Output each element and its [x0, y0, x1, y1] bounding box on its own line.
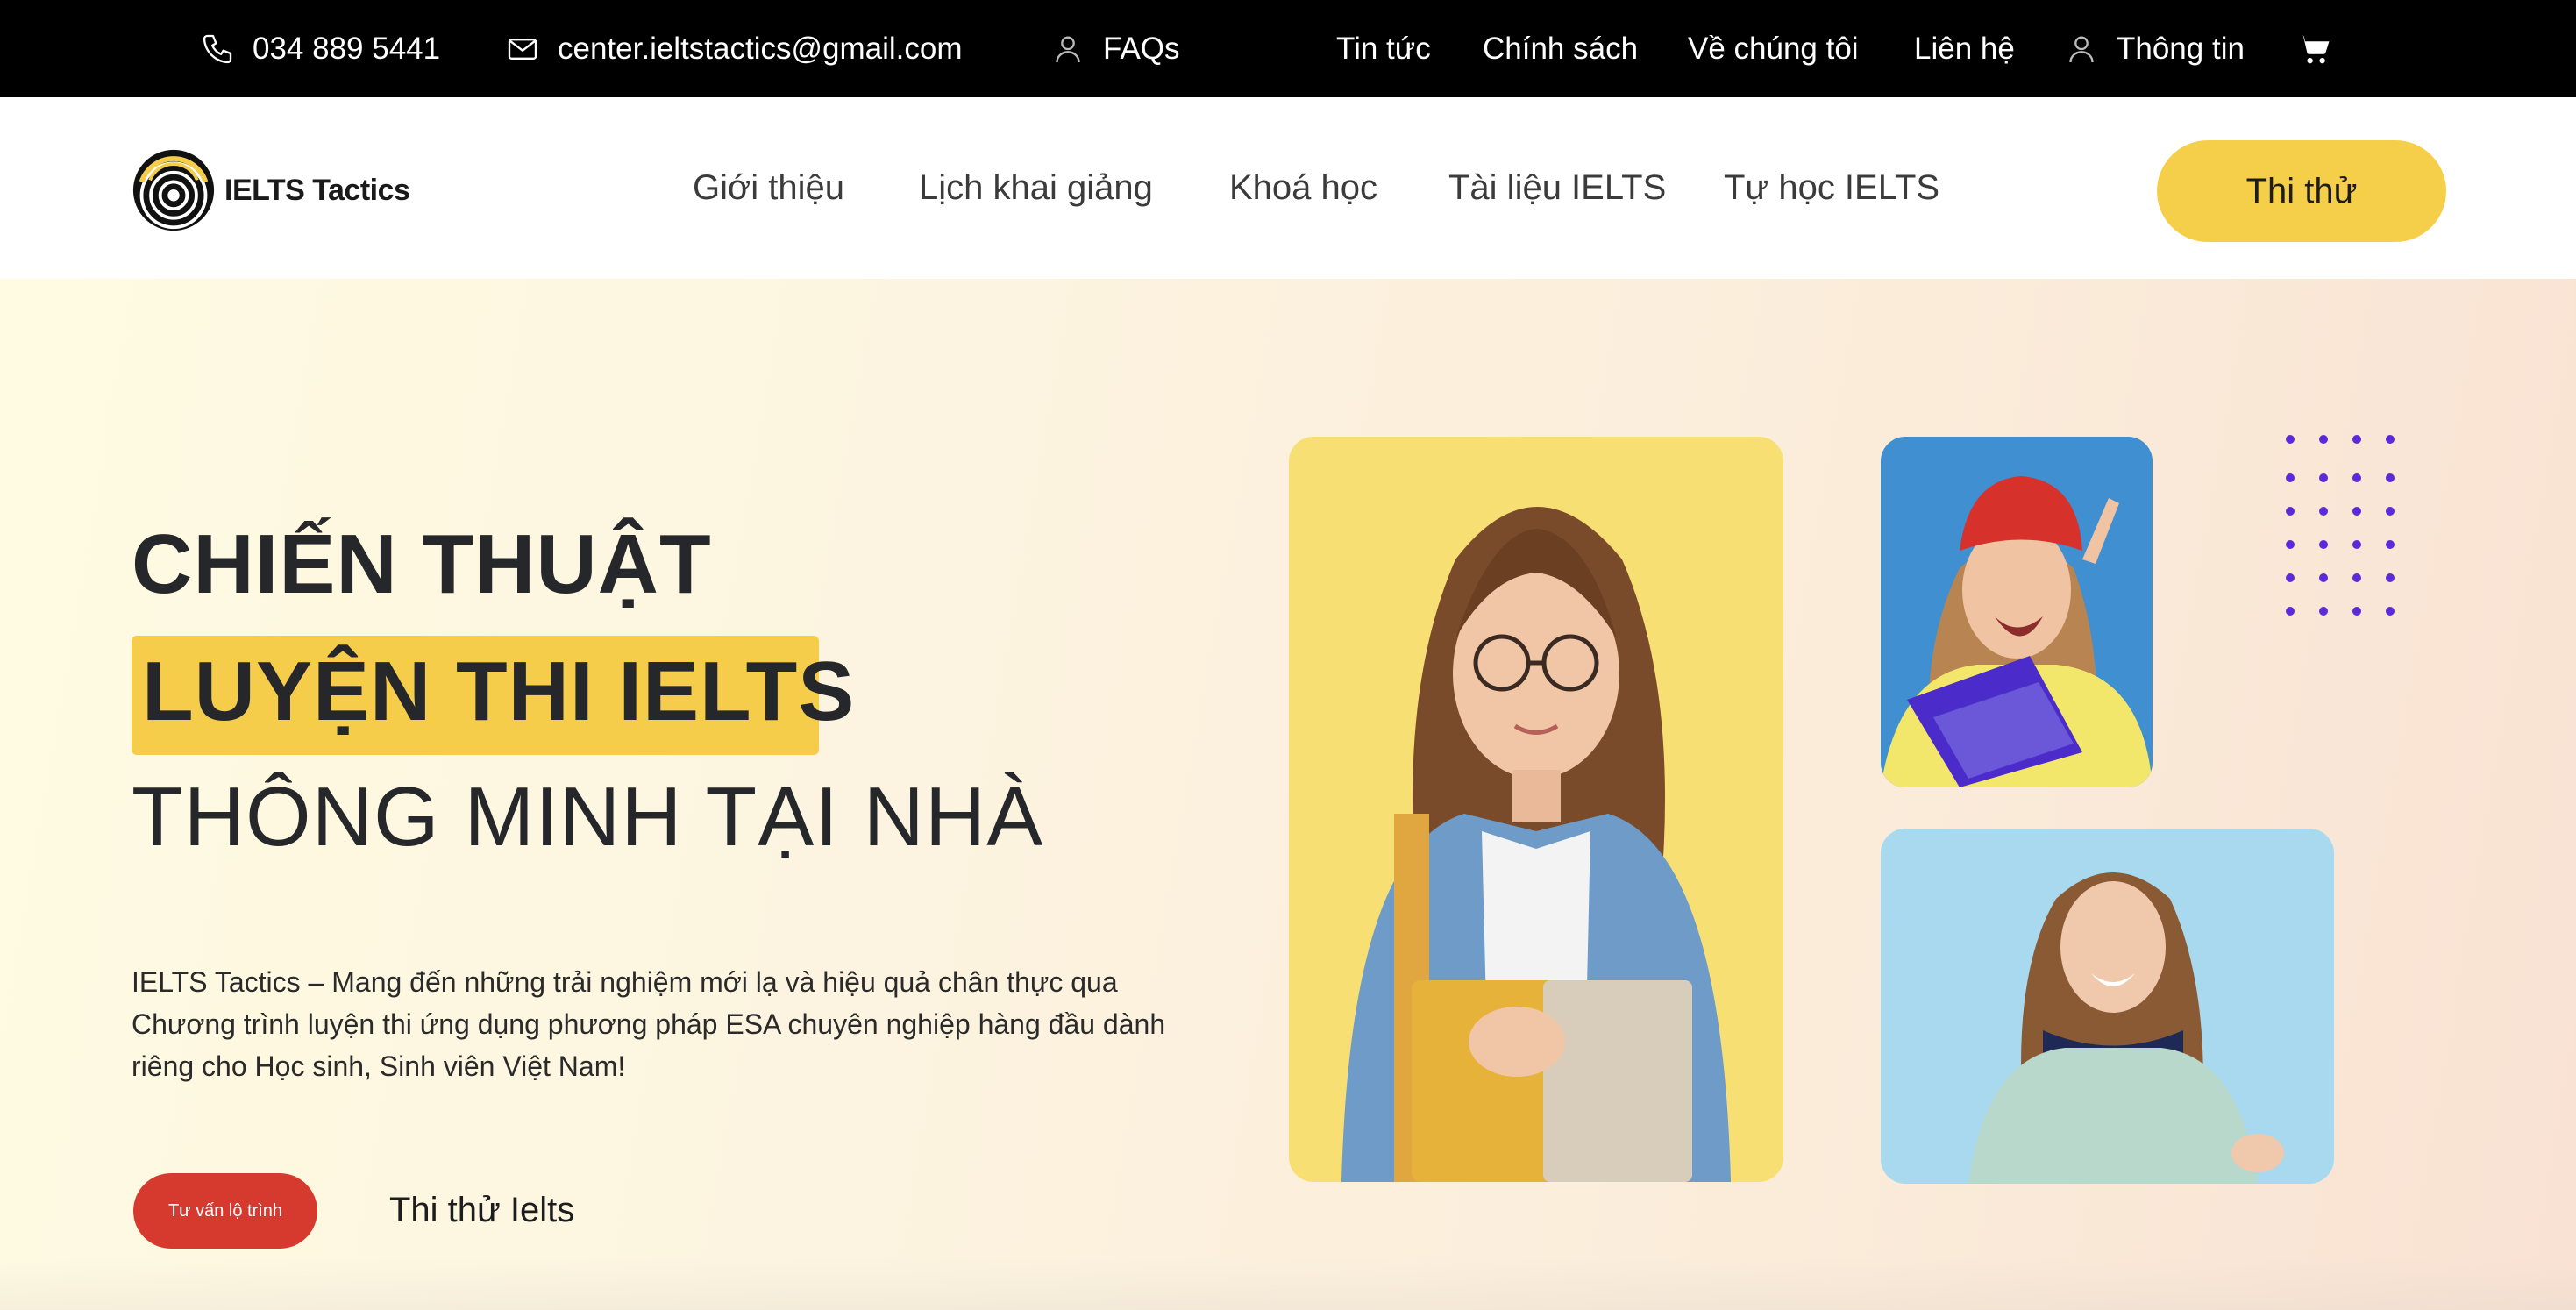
user-icon — [2069, 36, 2094, 62]
phone-link[interactable]: 034 889 5441 — [200, 0, 440, 97]
student-photo-main — [1289, 437, 1783, 1182]
news-link[interactable]: Tin tức — [1336, 0, 1431, 97]
hero-title-line-1: CHIẾN THUẬT — [132, 517, 712, 611]
news-label: Tin tức — [1336, 31, 1431, 66]
decorative-dot-grid — [2286, 435, 2395, 616]
hero-bottom-shadow — [0, 1257, 2576, 1310]
top-contact-bar: 034 889 5441 center.ieltstactics@gmail.c… — [0, 0, 2576, 97]
about-link[interactable]: Về chúng tôi — [1688, 0, 1859, 97]
nav-item-tai-lieu-ielts[interactable]: Tài liệu IELTS — [1448, 97, 1666, 279]
nav-item-tu-hoc-ielts[interactable]: Tự học IELTS — [1724, 97, 1939, 279]
about-label: Về chúng tôi — [1688, 31, 1859, 66]
policy-label: Chính sách — [1483, 31, 1639, 66]
mail-icon — [508, 38, 537, 60]
consult-roadmap-button[interactable]: Tư vấn lộ trình — [133, 1173, 317, 1249]
contact-label: Liên hệ — [1914, 31, 2015, 66]
logo-icon — [132, 149, 215, 231]
faqs-link[interactable]: FAQs — [1050, 0, 1180, 97]
hero-title-line-2: LUYỆN THI IELTS — [142, 644, 856, 738]
phone-icon — [203, 34, 232, 63]
faqs-label: FAQs — [1103, 31, 1180, 66]
nav-item-khoa-hoc[interactable]: Khoá học — [1229, 97, 1377, 279]
phone-number: 034 889 5441 — [253, 31, 441, 66]
contact-link[interactable]: Liên hệ — [1914, 0, 2015, 97]
policy-link[interactable]: Chính sách — [1483, 0, 1638, 97]
logo[interactable]: IELTS Tactics — [132, 148, 410, 232]
dot-grid-pattern — [2286, 435, 2395, 616]
user-icon — [1056, 36, 1080, 62]
student-photo-top-right — [1881, 437, 2153, 787]
ielts-test-link[interactable]: Thi thử Ielts — [389, 1191, 574, 1230]
main-navbar: IELTS Tactics Giới thiệu Lịch khai giảng… — [0, 97, 2576, 279]
cart-button[interactable] — [2295, 0, 2332, 97]
cart-icon — [2298, 34, 2330, 63]
hero-title-line-3: THÔNG MINH TẠI NHÀ — [132, 770, 1044, 864]
nav-item-lich-khai-giang[interactable]: Lịch khai giảng — [919, 97, 1153, 279]
account-info-label: Thông tin — [2117, 31, 2245, 66]
mock-test-button[interactable]: Thi thử — [2157, 140, 2446, 242]
nav-item-gioi-thieu[interactable]: Giới thiệu — [693, 97, 844, 279]
student-photo-bottom-right — [1881, 829, 2334, 1184]
hero-description: IELTS Tactics – Mang đến những trải nghi… — [132, 966, 1166, 1082]
account-info-link[interactable]: Thông tin — [2064, 0, 2245, 97]
logo-text: IELTS Tactics — [224, 173, 410, 207]
hero-section: CHIẾN THUẬT LUYỆN THI IELTS THÔNG MINH T… — [0, 279, 2576, 1310]
email-address: center.ieltstactics@gmail.com — [558, 31, 963, 66]
email-link[interactable]: center.ieltstactics@gmail.com — [505, 0, 963, 97]
